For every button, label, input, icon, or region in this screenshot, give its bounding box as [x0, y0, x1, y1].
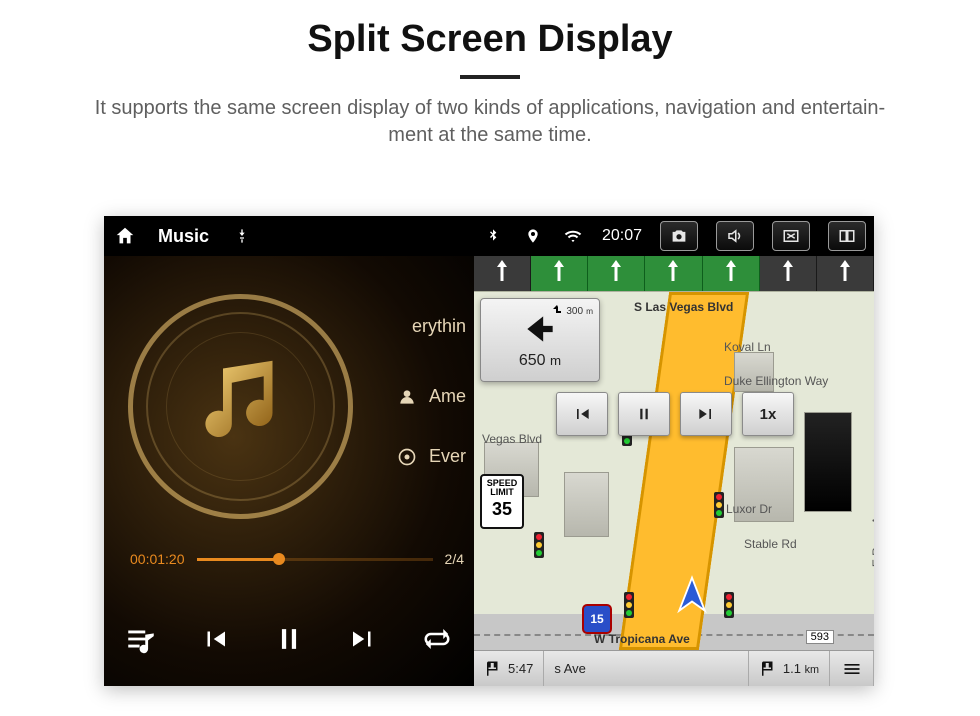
volume-button[interactable] [716, 221, 754, 251]
street-label: Vegas Blvd [482, 432, 542, 446]
lane-indicator [817, 256, 874, 291]
current-street-segment[interactable]: s Ave [544, 651, 749, 686]
close-split-button[interactable] [772, 221, 810, 251]
sim-skip-button[interactable] [680, 392, 732, 436]
music-notes-icon [190, 352, 300, 462]
elapsed-time: 00:01:20 [130, 551, 185, 567]
heading-underline [460, 75, 520, 79]
nav-menu-button[interactable] [830, 651, 874, 686]
navigation-panel: S Las Vegas Blvd Koval Ln Duke Ellington… [474, 256, 874, 686]
sim-restart-button[interactable] [556, 392, 608, 436]
turn-instruction-card[interactable]: 300m 650 m [480, 298, 600, 382]
playlist-button[interactable] [114, 612, 168, 666]
artist-name: Ame [429, 386, 466, 407]
building-icon [564, 472, 609, 537]
street-label: Duke Ellington Way [724, 374, 828, 388]
pause-button[interactable] [262, 612, 316, 666]
vehicle-cursor-icon [670, 574, 714, 618]
track-counter: 2/4 [445, 551, 464, 567]
app-title: Music [158, 226, 209, 247]
menu-icon [842, 659, 862, 679]
wifi-icon [562, 225, 584, 247]
speed-limit-sign: SPEEDLIMIT 35 [480, 474, 524, 529]
music-controls [104, 600, 474, 678]
building-icon [804, 412, 852, 512]
turn-right-mini-icon [551, 305, 563, 317]
traffic-light-icon [724, 592, 734, 618]
next-button[interactable] [336, 612, 390, 666]
highway-shield: 15 [582, 604, 612, 634]
bluetooth-icon [482, 225, 504, 247]
track-row[interactable]: erythin [412, 316, 466, 337]
subtitle-line-2: ment at the same time. [20, 122, 960, 149]
status-bar: Music 20:07 [104, 216, 874, 256]
music-panel: erythin Ame Ever 00:01:20 2/4 [104, 256, 474, 686]
location-icon [522, 225, 544, 247]
lane-guidance-bar [474, 256, 874, 292]
person-icon [397, 387, 417, 407]
progress-thumb[interactable] [273, 553, 285, 565]
sim-pause-button[interactable] [618, 392, 670, 436]
simulation-controls: 1x [556, 392, 794, 436]
checkered-flag-icon [759, 660, 777, 678]
page-title: Split Screen Display [0, 18, 980, 61]
distance-segment[interactable]: 1.1 km [749, 651, 830, 686]
lane-indicator [760, 256, 817, 291]
progress-fill [197, 558, 280, 561]
lane-indicator [531, 256, 588, 291]
disc-icon [397, 447, 417, 467]
distance-remaining: 1.1 km [783, 661, 819, 676]
street-label: Luxor Dr [726, 502, 772, 516]
traffic-light-icon [624, 592, 634, 618]
album-row[interactable]: Ever [397, 446, 466, 467]
current-street: s Ave [554, 661, 586, 676]
traffic-light-icon [714, 492, 724, 518]
clock: 20:07 [602, 227, 642, 245]
sim-speed-button[interactable]: 1x [742, 392, 794, 436]
seek-bar[interactable]: 00:01:20 2/4 [130, 551, 464, 567]
album-art-disc [128, 294, 353, 519]
artist-row[interactable]: Ame [397, 386, 466, 407]
street-label: W Tropicana Ave [594, 632, 690, 646]
progress-track[interactable] [197, 558, 433, 561]
screenshot-button[interactable] [660, 221, 698, 251]
album-name: Ever [429, 446, 466, 467]
route-number-box: 593 [806, 630, 834, 644]
street-label: Koval Ln [724, 340, 771, 354]
usb-icon [231, 225, 253, 247]
device-screenshot: Music 20:07 [104, 216, 874, 686]
subtitle-line-1: It supports the same screen display of t… [20, 95, 960, 122]
traffic-light-icon [534, 532, 544, 558]
track-title: erythin [412, 316, 466, 337]
next-turn-sub: 300m [551, 305, 593, 317]
eta-value: 5:47 [508, 661, 533, 676]
nav-bottom-bar: 5:47 s Ave 1.1 km [474, 650, 874, 686]
page-subtitle: It supports the same screen display of t… [0, 95, 980, 149]
street-label: E Reno Ave [870, 504, 874, 567]
checkered-flag-icon [484, 660, 502, 678]
street-label: Stable Rd [744, 537, 797, 551]
previous-button[interactable] [188, 612, 242, 666]
home-icon[interactable] [114, 225, 136, 247]
turn-distance: 650 m [519, 352, 561, 370]
street-label: S Las Vegas Blvd [634, 300, 733, 314]
repeat-button[interactable] [410, 612, 464, 666]
eta-segment[interactable]: 5:47 [474, 651, 544, 686]
lane-indicator [474, 256, 531, 291]
split-screen-button[interactable] [828, 221, 866, 251]
lane-indicator [703, 256, 760, 291]
lane-indicator [588, 256, 645, 291]
lane-indicator [645, 256, 702, 291]
